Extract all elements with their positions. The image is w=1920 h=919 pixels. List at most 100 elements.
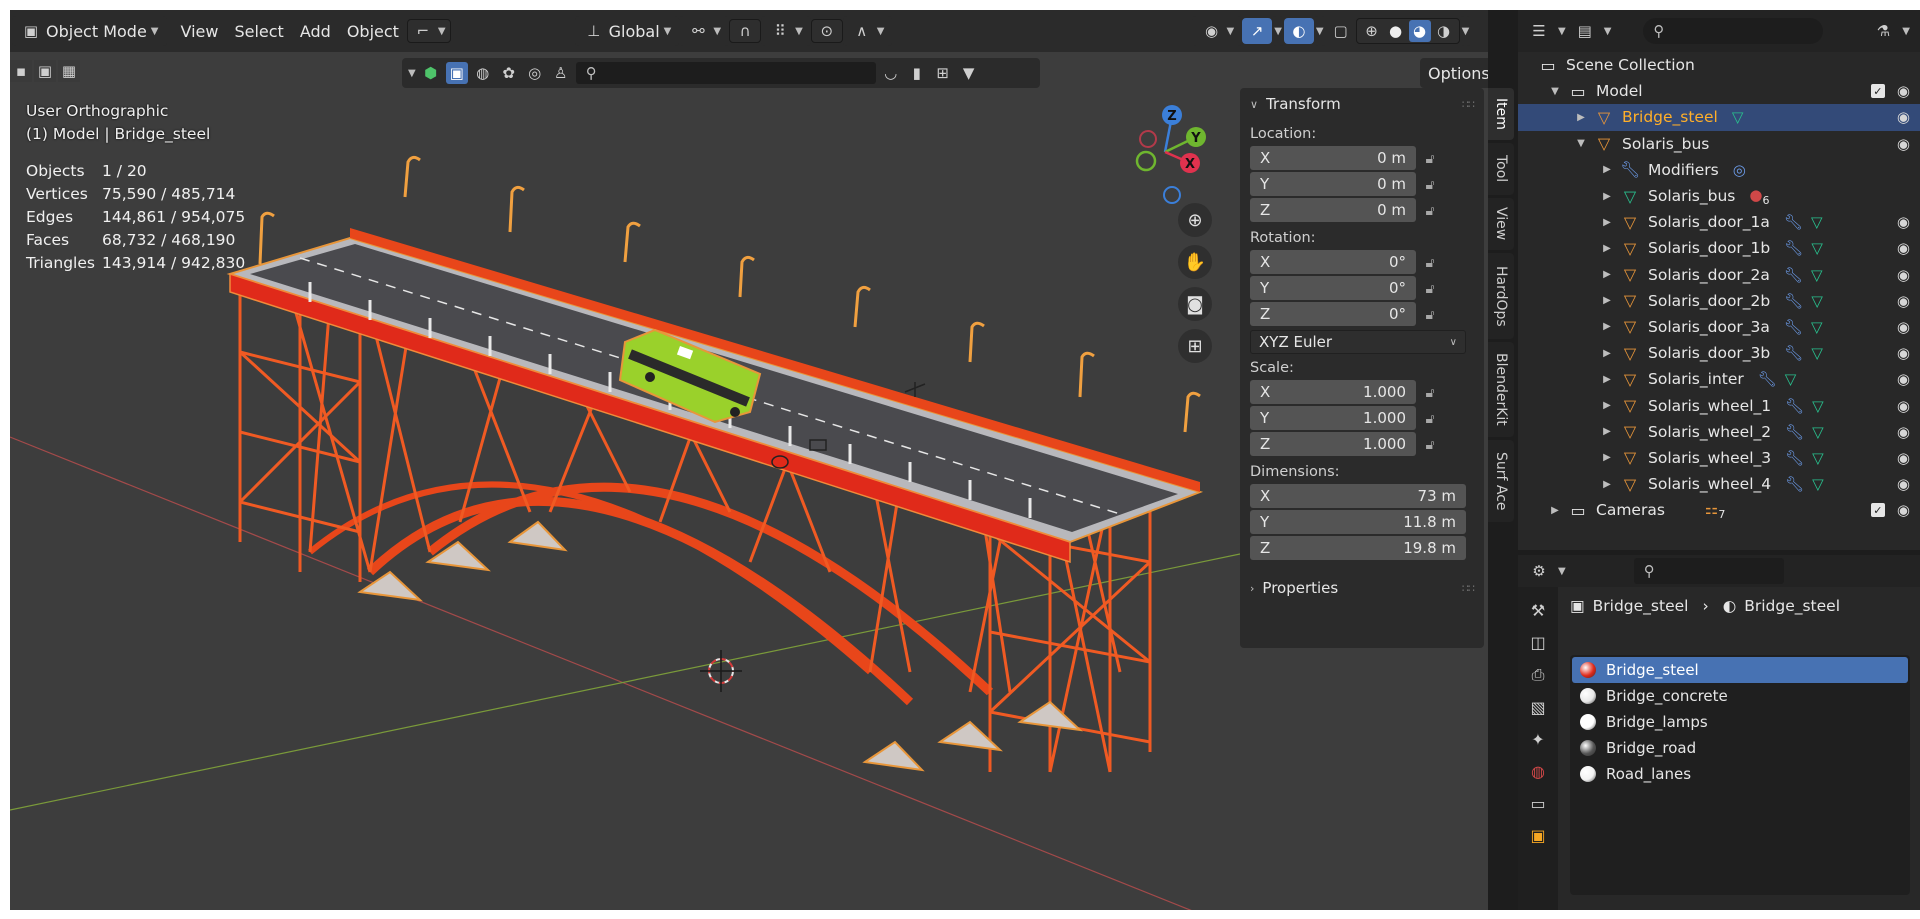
mesh-data-icon[interactable]: ▽ [1812, 449, 1824, 467]
mode-dropdown[interactable]: ▣ Object Mode ▼ [12, 16, 167, 46]
wrench-icon[interactable]: 🔧︎ [1784, 266, 1803, 284]
tab-surf-ace[interactable]: Surf Ace [1488, 440, 1514, 522]
properties-panel-header[interactable]: › Properties ∷∷ [1240, 572, 1484, 604]
snap-toggle[interactable]: ∩ [729, 19, 762, 43]
transform-panel-header[interactable]: ∨ Transform ∷∷ [1240, 88, 1484, 120]
expand-arrow-icon[interactable]: ▼ [1574, 138, 1588, 149]
material-slot[interactable]: Road_lanes [1572, 761, 1908, 787]
zoom-icon[interactable]: ⊕ [1178, 203, 1212, 237]
mesh-data-icon[interactable]: ▽ [1812, 423, 1824, 441]
location-z-field[interactable]: Z 0 m [1250, 198, 1416, 222]
overlays-toggle[interactable]: ◐ [1283, 18, 1314, 44]
hand-pan-icon[interactable]: ✋ [1178, 245, 1212, 279]
wrench-icon[interactable]: 🔧︎ [1785, 423, 1804, 441]
eye-icon[interactable]: ◉ [1897, 370, 1910, 388]
proportional-toggle[interactable]: ⊙ [810, 19, 843, 43]
chevron-down-icon[interactable]: ▼ [1558, 566, 1566, 577]
dimensions-y-field[interactable]: Y 11.8 m [1250, 510, 1466, 534]
xray-toggle[interactable]: ▢ [1326, 16, 1356, 46]
mesh-data-icon[interactable]: ▽ [1811, 239, 1823, 257]
orientation-dropdown[interactable]: ⊥ Global ▼ [574, 16, 680, 46]
expand-arrow-icon[interactable]: ▶ [1600, 191, 1614, 202]
mesh-data-icon[interactable]: ▽ [1811, 213, 1823, 231]
tab-hardops[interactable]: HardOps [1488, 253, 1514, 339]
tree-row-scene-collection[interactable]: ▭ Scene Collection [1518, 52, 1920, 78]
tab-blenderkit[interactable]: BlenderKit [1488, 342, 1514, 437]
render-icon[interactable]: ◫ [1530, 633, 1545, 652]
eye-icon[interactable]: ◉ [1897, 449, 1910, 467]
expand-arrow-icon[interactable]: ▶ [1600, 243, 1614, 254]
solid-icon[interactable]: ● [1385, 20, 1407, 42]
eye-icon[interactable]: ◉ [1897, 318, 1910, 336]
options-dropdown[interactable]: Options ▼ [1420, 58, 1488, 88]
output-icon[interactable]: ⎙ [1532, 665, 1545, 685]
expand-arrow-icon[interactable]: ▶ [1600, 426, 1614, 437]
scale-y-field[interactable]: Y 1.000 [1250, 406, 1416, 430]
rendered-icon[interactable]: ◑ [1433, 20, 1455, 42]
object-icon[interactable]: ▣ [1530, 826, 1545, 845]
falloff-dropdown[interactable]: ∧ ▼ [842, 16, 893, 46]
mesh-data-icon[interactable]: ▽ [1785, 370, 1797, 388]
tree-row-child[interactable]: ▶ ▽ Solaris_door_3a 🔧︎ ▽ ◉ [1518, 314, 1920, 340]
menu-object[interactable]: Object [339, 16, 407, 46]
material-slot[interactable]: Bridge_road [1572, 735, 1908, 761]
drag-grip-icon[interactable]: ∷∷ [1462, 582, 1475, 595]
wrench-icon[interactable]: 🔧︎ [1785, 449, 1804, 467]
tab-view[interactable]: View [1488, 198, 1514, 250]
navigation-gizmo[interactable]: Z Y X [1110, 94, 1230, 204]
expand-arrow-icon[interactable]: ▶ [1548, 505, 1562, 516]
tree-row-child[interactable]: ▶ ▽ Solaris_wheel_1 🔧︎ ▽ ◉ [1518, 392, 1920, 418]
dimensions-z-field[interactable]: Z 19.8 m [1250, 536, 1466, 560]
pivot-dropdown[interactable]: ⚯ ▼ [679, 16, 730, 46]
world-icon[interactable]: ◍ [1531, 762, 1545, 781]
chevron-down-icon[interactable]: ▼ [1558, 26, 1566, 37]
eye-icon[interactable]: ◉ [1897, 266, 1910, 284]
lock-icon[interactable]: 🔓︎ [1416, 255, 1444, 271]
tab-item[interactable]: Item [1488, 88, 1514, 140]
tree-row-child[interactable]: ▶ ▽ Solaris_wheel_3 🔧︎ ▽ ◉ [1518, 445, 1920, 471]
expand-arrow-icon[interactable]: ▶ [1600, 479, 1614, 490]
eye-icon[interactable]: ◉ [1897, 423, 1910, 441]
chevron-down-icon[interactable]: ▼ [1604, 26, 1612, 37]
wrench-icon[interactable]: 🔧︎ [1784, 213, 1803, 231]
expand-arrow-icon[interactable]: ▶ [1600, 400, 1614, 411]
scale-z-field[interactable]: Z 1.000 [1250, 432, 1416, 456]
eye-icon[interactable]: ◉ [1897, 344, 1910, 362]
eye-icon[interactable]: ◉ [1897, 475, 1910, 493]
properties-search-input[interactable]: ⚲ [1633, 558, 1784, 584]
display-mode-icon[interactable]: ▤ [1574, 20, 1596, 42]
menu-add[interactable]: Add [292, 16, 339, 46]
lock-icon[interactable]: 🔓︎ [1416, 281, 1444, 297]
eye-icon[interactable]: ◉ [1897, 501, 1910, 519]
lock-icon[interactable]: 🔓︎ [1416, 307, 1444, 323]
expand-arrow-icon[interactable]: ▶ [1574, 112, 1588, 123]
tree-row-child[interactable]: ▶ ▽ Solaris_inter 🔧︎ ▽ ◉ [1518, 366, 1920, 392]
camera-icon[interactable]: ⚏ [1705, 500, 1718, 521]
grid-ortho-icon[interactable]: ⊞ [1178, 329, 1212, 363]
lock-icon[interactable]: 🔓︎ [1416, 177, 1444, 193]
tree-row-model[interactable]: ▼ ▭ Model ✓ ◉ [1518, 78, 1920, 104]
tree-row-solaris-bus[interactable]: ▼ ▽ Solaris_bus ◉ [1518, 131, 1920, 157]
eye-icon[interactable]: ◉ [1897, 397, 1910, 415]
expand-arrow-icon[interactable]: ▶ [1600, 452, 1614, 463]
tree-row-child[interactable]: ▶ ▽ Solaris_door_1a 🔧︎ ▽ ◉ [1518, 209, 1920, 235]
tree-row-child[interactable]: ▶ ▽ Solaris_wheel_2 🔧︎ ▽ ◉ [1518, 419, 1920, 445]
view-layer-icon[interactable]: ▧ [1530, 698, 1545, 717]
mesh-data-icon[interactable]: ▽ [1811, 344, 1823, 362]
wrench-icon[interactable]: 🔧︎ [1785, 397, 1804, 415]
drag-grip-icon[interactable]: ∷∷ [1462, 98, 1475, 111]
3d-cursor[interactable] [700, 650, 742, 692]
eye-icon[interactable]: ◉ [1897, 213, 1910, 231]
wrench-icon[interactable]: 🔧︎ [1784, 344, 1803, 362]
lock-icon[interactable]: 🔓︎ [1416, 203, 1444, 219]
tree-row-modifiers[interactable]: ▶ 🔧︎ Modifiers ◎ [1518, 157, 1920, 183]
expand-arrow-icon[interactable]: ▶ [1600, 164, 1614, 175]
3d-viewport[interactable]: ▣ Object Mode ▼ View Select Add Object ⌐… [10, 10, 1488, 910]
editor-type-icon[interactable]: ⚙ [1528, 560, 1550, 582]
expand-arrow-icon[interactable]: ▶ [1600, 321, 1614, 332]
rotation-x-field[interactable]: X 0° [1250, 250, 1416, 274]
material-slot[interactable]: Bridge_lamps [1572, 709, 1908, 735]
outliner-search-input[interactable]: ⚲ [1643, 18, 1824, 44]
tree-row-child[interactable]: ▶ ▽ Solaris_door_2a 🔧︎ ▽ ◉ [1518, 262, 1920, 288]
wrench-icon[interactable]: 🔧︎ [1758, 370, 1777, 388]
